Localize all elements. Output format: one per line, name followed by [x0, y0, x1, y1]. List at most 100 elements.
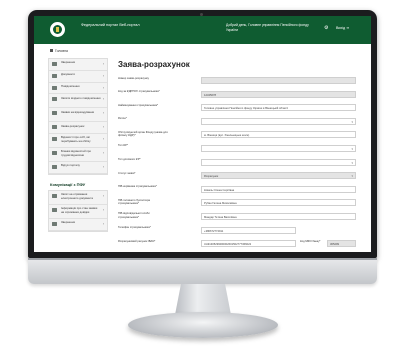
chevron-right-icon: ›	[102, 151, 104, 156]
sidebar-item-label: Відомості про осіб, які перебувають на о…	[61, 135, 91, 143]
sidebar-item-label: Заявки на відшкодування	[61, 109, 95, 114]
insurer-name-field[interactable]: Головне управління Пенсійного фонду Укра…	[201, 104, 356, 112]
menu-item-icon	[52, 111, 57, 116]
sidebar-item[interactable]: Документи ›	[49, 71, 107, 83]
sidebar-item[interactable]: Відгук порталу ›	[49, 162, 107, 174]
monitor-edge	[28, 258, 377, 260]
menu-item-icon	[52, 62, 57, 66]
emblem-logo	[50, 22, 65, 37]
form-row: Номер заяви-розрахунку	[116, 75, 364, 89]
application-number-field[interactable]	[201, 77, 356, 84]
main-content: Заява-розрахунок Номер заяви-розрахунку …	[116, 60, 364, 252]
portal-title: Федеральний портал Веб-портал	[81, 23, 140, 27]
menu-item-icon	[52, 73, 57, 78]
field-label: Номер заяви-розрахунку	[118, 76, 149, 80]
field-label: ПІБ керівника страхувальника*	[118, 185, 157, 189]
sidebar-menu: Звернення › Документи › Повідомлення › Запи…	[48, 58, 108, 175]
menu-item-icon	[52, 193, 57, 198]
sidebar-item-active[interactable]: Заява-розрахунок ›	[49, 122, 107, 135]
chevron-right-icon: ›	[102, 207, 104, 212]
field-label: ПІБ відповідальної особи страхувальника*	[118, 212, 150, 219]
compliance-menu: Запит на отримання електронного документ…	[48, 189, 108, 232]
sidebar-item-label: Запити вхідного повідомлення	[61, 95, 101, 100]
menu-item-icon	[52, 137, 57, 142]
monitor-chin	[28, 258, 377, 284]
form-row: ПІБ керівника страхувальника* Коваль Олен…	[116, 184, 364, 198]
compliance-item-label: Звернення	[61, 220, 75, 225]
chevron-right-icon: ›	[102, 221, 104, 226]
field-label: Обслуговуючий орган Фонду (назва для філ…	[118, 130, 168, 138]
sidebar-item-label: Документи	[61, 71, 75, 76]
chevron-right-icon: ›	[102, 193, 104, 198]
menu-item-icon	[52, 97, 57, 102]
form-row: Код за ЄДРПОУ страхувальника* 12345678	[116, 89, 364, 103]
sidebar-item[interactable]: Бланки відомостей про трудові відносини ›	[49, 148, 107, 163]
compliance-item[interactable]: Інформація про стан заявки на отримання …	[49, 205, 107, 219]
chevron-right-icon: ›	[102, 73, 104, 78]
menu-item-icon	[52, 165, 57, 170]
sidebar-item[interactable]: Запити вхідного повідомлення ›	[49, 94, 107, 109]
breadcrumb-home-link[interactable]: Головна	[55, 49, 68, 53]
compliance-item-label: Запит на отримання електронного документ…	[61, 192, 93, 200]
menu-item-icon	[52, 151, 57, 156]
chevron-right-icon: ›	[102, 62, 104, 66]
logout-button[interactable]: Вихід ➜	[336, 26, 349, 30]
field-label: Статус заяви*	[118, 171, 136, 175]
field-label: Найменування страхувальника*	[118, 103, 159, 107]
menu-item-icon	[52, 125, 57, 130]
compliance-item[interactable]: Запит на отримання електронного документ…	[49, 191, 107, 205]
sidebar-item[interactable]: Відомості про осіб, які перебувають на о…	[49, 134, 107, 149]
mfo-code-field[interactable]: 305299	[327, 240, 356, 248]
field-label: Тип ЄР*	[118, 144, 128, 148]
aid-type-select[interactable]	[201, 158, 356, 166]
field-label: ПІБ головного бухгалтера страхувальника*	[118, 198, 151, 206]
sidebar-item-label: Повідомлення	[61, 83, 80, 88]
sidebar-item[interactable]: Звернення ›	[49, 59, 107, 71]
director-name-field[interactable]: Коваль Олена Сергіївна	[201, 185, 356, 193]
breadcrumb: Головна	[50, 49, 68, 53]
sidebar: Звернення › Документи › Повідомлення › Запи…	[48, 58, 108, 232]
compliance-heading: Комунікації з ПФУ	[50, 181, 86, 187]
home-icon	[50, 49, 53, 52]
menu-item-icon	[52, 207, 57, 212]
top-header: Федеральний портал Веб-портал Добрий ден…	[34, 16, 371, 44]
page-title: Заява-розрахунок	[118, 60, 190, 69]
type-select[interactable]	[201, 144, 356, 152]
sidebar-item-label: Звернення	[61, 60, 75, 65]
form-row: Статус заяви* Розрахунок	[116, 170, 364, 184]
user-greeting: Добрий день, Головне управління Пенсійно…	[226, 23, 309, 32]
status-select[interactable]: Розрахунок	[201, 172, 356, 180]
form-row: ПІБ головного бухгалтера страхувальника*…	[116, 197, 364, 211]
monitor-stand-base	[128, 312, 278, 338]
settings-gear-icon[interactable]: ⚙	[324, 25, 328, 31]
menu-item-icon	[52, 85, 57, 90]
field-label: Тип допомоги ЄР*	[118, 158, 141, 162]
form-row: Найменування страхувальника* Головне упра…	[116, 102, 364, 116]
sidebar-item[interactable]: Повідомлення ›	[49, 83, 107, 95]
chevron-right-icon: ›	[102, 111, 104, 116]
region-select[interactable]	[201, 117, 356, 125]
field-label: Регіон*	[118, 117, 127, 121]
chevron-right-icon: ›	[102, 137, 104, 142]
sidebar-item[interactable]: Заявки на відшкодування ›	[49, 108, 107, 123]
sidebar-item-label: Заява-розрахунок	[61, 123, 85, 128]
sidebar-item-label: Відгук порталу	[61, 163, 80, 168]
chevron-right-icon: ›	[102, 85, 104, 90]
phone-field[interactable]: +380672774911	[201, 226, 296, 234]
compliance-item[interactable]: Звернення ›	[49, 219, 107, 231]
menu-item-icon	[52, 221, 57, 226]
form-row: Регіон*	[116, 116, 364, 130]
form-row: Тип ЄР*	[116, 143, 364, 157]
chevron-right-icon: ›	[102, 125, 104, 130]
sidebar-item-label: Бланки відомостей про трудові відносини	[61, 149, 92, 157]
accountant-name-field[interactable]: Рубан Галина Миколаївна	[201, 199, 356, 207]
logout-arrow-icon: ➜	[346, 26, 350, 30]
chevron-right-icon: ›	[102, 97, 104, 102]
monitor-screen: Федеральний портал Веб-портал Добрий ден…	[34, 16, 371, 252]
edrpou-code-field[interactable]: 12345678	[201, 90, 356, 98]
responsible-person-field[interactable]: Мандар Тетяна Василівна	[201, 212, 356, 220]
logout-label: Вихід	[336, 26, 346, 30]
fund-office-field[interactable]: м. Вінниця (вул. Хмельницьке шосе)	[201, 131, 356, 139]
iban-field[interactable]: UA91305299000002601502777366022	[201, 240, 296, 248]
form-row: Тип допомоги ЄР*	[116, 157, 364, 171]
